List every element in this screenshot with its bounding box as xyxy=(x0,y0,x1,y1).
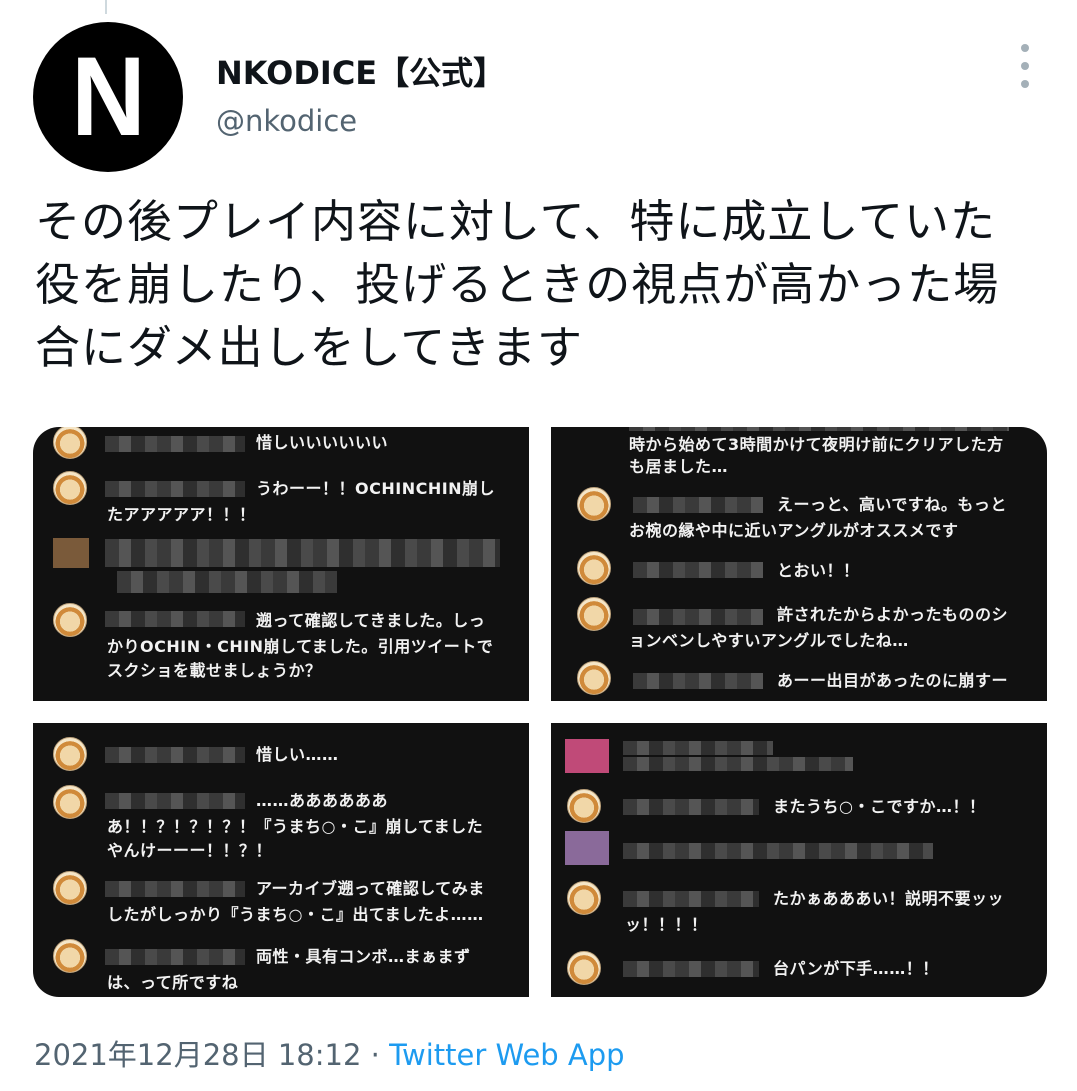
commenter-avatar xyxy=(53,737,87,771)
commenter-avatar xyxy=(53,427,87,459)
display-name[interactable]: NKODICE【公式】 xyxy=(216,48,505,94)
blurred-username xyxy=(105,481,245,497)
comment-text: 時から始めて3時間かけて夜明け前にクリアした方 xyxy=(629,435,1004,454)
blurred-comment xyxy=(623,757,853,771)
comment-text: 惜しいいいいいい xyxy=(256,433,389,452)
blurred-username xyxy=(623,741,773,755)
cropped-comment xyxy=(629,427,1009,431)
comment-text: ョンベンしやすいアングルでしたね… xyxy=(629,631,909,650)
commenter-avatar xyxy=(567,881,601,915)
comment-text: またうち○・こですか…！！ xyxy=(773,797,986,816)
timestamp-link[interactable]: 2021年12月28日 18:12 xyxy=(34,1038,361,1072)
more-options-icon[interactable] xyxy=(1012,44,1038,88)
blurred-comment xyxy=(105,539,500,567)
comment-text: あ！！？！？！？！『うまち○・こ』崩してました xyxy=(107,817,484,836)
user-handle[interactable]: @nkodice xyxy=(216,104,357,138)
comment-text: うわーー！！OCHINCHIN崩し xyxy=(256,479,496,498)
blurred-username xyxy=(623,961,759,977)
tweet-image-2[interactable]: 時から始めて3時間かけて夜明け前にクリアした方 も居ました… えーっと、高いです… xyxy=(551,427,1047,701)
comment-text: とおい！！ xyxy=(777,561,860,580)
commenter-avatar xyxy=(567,951,601,985)
blurred-username xyxy=(105,747,245,763)
comment-text: 遡って確認してきました。しっ xyxy=(256,611,486,630)
avatar-letter: N xyxy=(70,34,146,159)
avatar[interactable]: N xyxy=(33,22,183,172)
tweet-image-4[interactable]: またうち○・こですか…！！ たかぁあああい！説明不要ッッ ッ！！！！ 台パンが下… xyxy=(551,723,1047,997)
comment-text: たかぁあああい！説明不要ッッ xyxy=(773,889,1005,908)
commenter-avatar xyxy=(577,487,611,521)
commenter-avatar xyxy=(53,603,87,637)
commenter-avatar xyxy=(577,597,611,631)
blurred-comment xyxy=(117,571,337,593)
commenter-avatar xyxy=(53,785,87,819)
comment-text: やんけーーー！！？！ xyxy=(107,841,273,860)
source-link[interactable]: Twitter Web App xyxy=(389,1038,625,1072)
comment-text: ……ああああああ xyxy=(256,791,389,810)
commenter-avatar xyxy=(53,471,87,505)
pixelated-avatar xyxy=(53,538,89,568)
commenter-avatar xyxy=(567,789,601,823)
comment-text: も居ました… xyxy=(629,457,729,476)
blurred-username xyxy=(105,793,245,809)
comment-text: ッ！！！！ xyxy=(625,915,708,934)
comment-text: たアアアアア！！！ xyxy=(107,505,256,524)
blurred-username xyxy=(633,609,763,625)
thread-connector-line xyxy=(105,0,107,14)
pixelated-avatar xyxy=(565,739,609,773)
commenter-avatar xyxy=(53,939,87,973)
comment-text: 両性・具有コンボ…まぁまず xyxy=(256,947,471,966)
comment-text: 台パンが下手……！！ xyxy=(773,959,939,978)
comment-text: したがしっかり『うまち○・こ』出てましたよ…… xyxy=(107,905,484,924)
tweet-image-1[interactable]: 惜しいいいいいい うわーー！！OCHINCHIN崩し たアアアアア！！！ 遡って… xyxy=(33,427,529,701)
comment-text: かりOCHIN・CHIN崩してました。引用ツイートで xyxy=(107,637,494,656)
tweet-image-3[interactable]: 惜しい…… ……ああああああ あ！！？！？！？！『うまち○・こ』崩してました や… xyxy=(33,723,529,997)
blurred-username xyxy=(105,611,245,627)
blurred-username xyxy=(633,497,763,513)
commenter-avatar xyxy=(577,661,611,695)
blurred-username xyxy=(623,799,759,815)
blurred-username xyxy=(105,949,245,965)
comment-text: スクショを載せましょうか？ xyxy=(107,661,322,680)
comment-text: は、って所ですね xyxy=(107,973,239,992)
tweet-metadata: 2021年12月28日 18:12 · Twitter Web App xyxy=(34,1032,625,1074)
blurred-comment xyxy=(623,843,933,859)
commenter-avatar xyxy=(53,871,87,905)
comment-text: 惜しい…… xyxy=(256,745,339,764)
metadata-separator: · xyxy=(370,1038,380,1072)
comment-text: 許されたからよかったもののシ xyxy=(777,605,1009,624)
comment-text: あーー出目があったのに崩すー xyxy=(777,671,1009,690)
commenter-avatar xyxy=(577,551,611,585)
blurred-username xyxy=(105,881,245,897)
tweet-text: その後プレイ内容に対して、特に成立していた役を崩したり、投げるときの視点が高かっ… xyxy=(35,195,1000,374)
blurred-username xyxy=(105,436,245,452)
comment-text: えーっと、高いですね。もっと xyxy=(777,495,1007,514)
comment-text: アーカイブ遡って確認してみま xyxy=(256,879,485,898)
blurred-username xyxy=(633,673,763,689)
pixelated-avatar xyxy=(565,831,609,865)
blurred-username xyxy=(633,562,763,578)
comment-text: お椀の縁や中に近いアングルがオススメです xyxy=(629,521,959,540)
blurred-username xyxy=(623,891,759,907)
